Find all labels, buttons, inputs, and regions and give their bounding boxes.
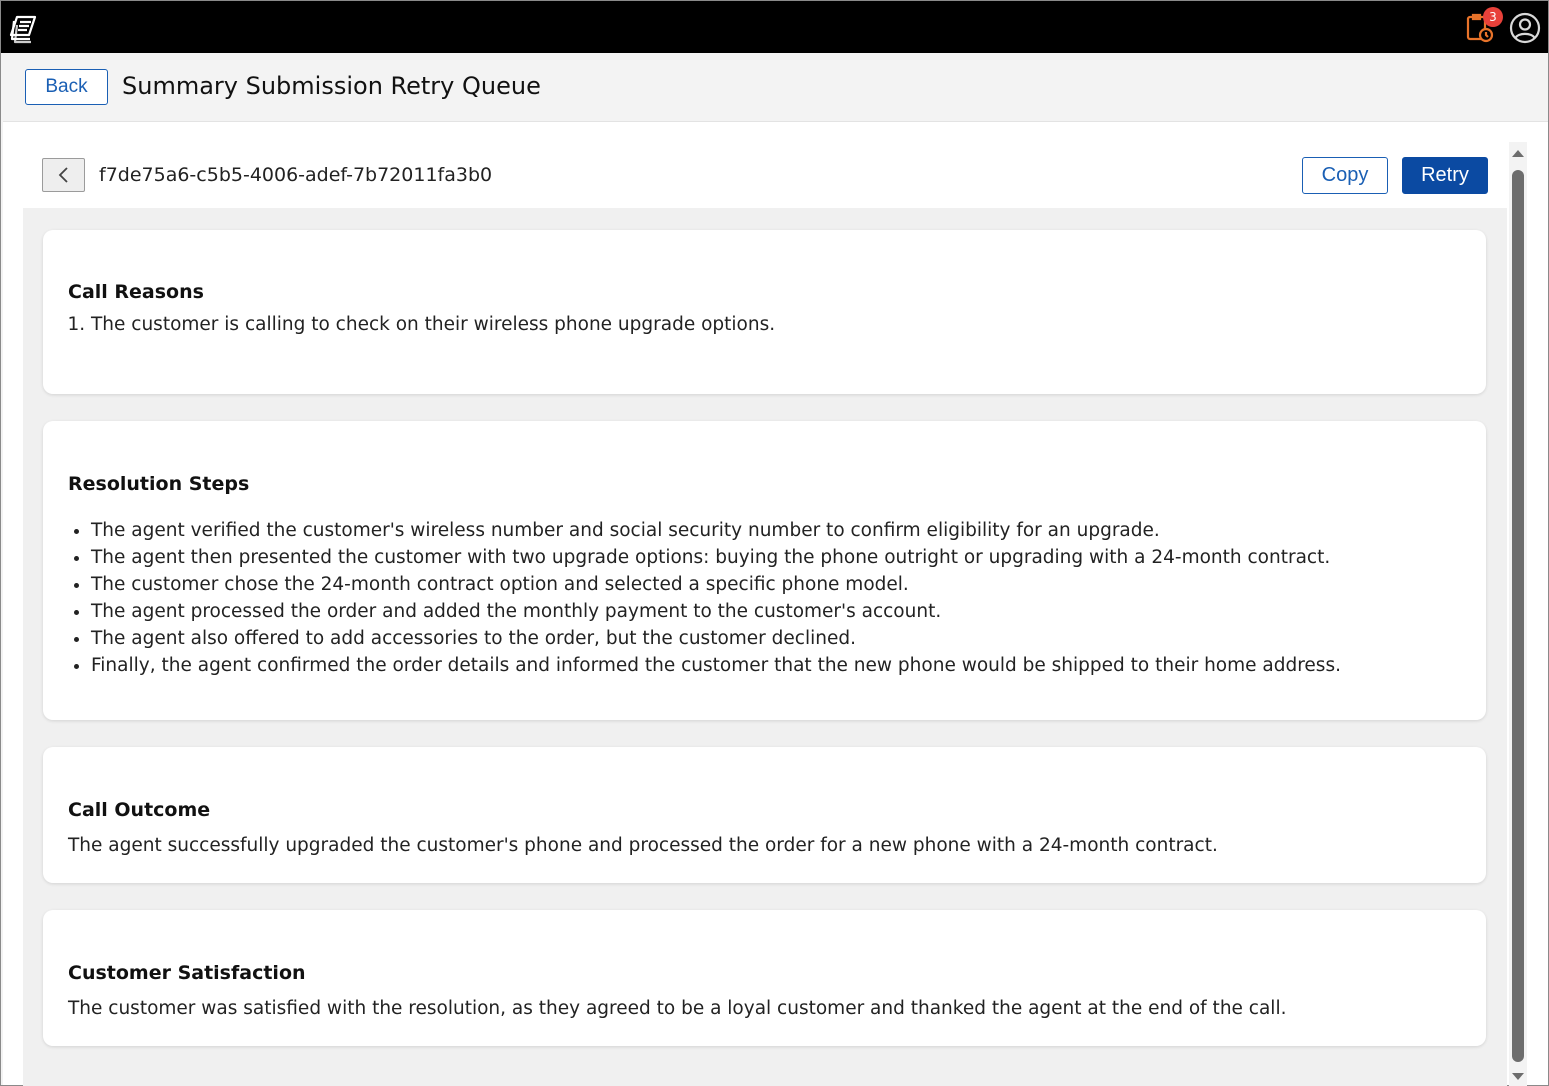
call-reasons-card: Call Reasons The customer is calling to …: [43, 230, 1486, 394]
call-outcome-card: Call Outcome The agent successfully upgr…: [43, 747, 1486, 883]
call-outcome-text: The agent successfully upgraded the cust…: [68, 835, 1218, 856]
call-outcome-title: Call Outcome: [68, 799, 211, 821]
retry-button[interactable]: Retry: [1402, 157, 1488, 194]
vertical-scrollbar[interactable]: [1509, 142, 1527, 1086]
customer-satisfaction-title: Customer Satisfaction: [68, 962, 306, 984]
app-logo-icon[interactable]: [7, 13, 39, 45]
list-item: Finally, the agent confirmed the order d…: [91, 652, 1341, 679]
previous-button[interactable]: [42, 158, 85, 192]
list-item: The agent also offered to add accessorie…: [91, 625, 1341, 652]
scroll-down-arrow-icon[interactable]: [1511, 1070, 1525, 1084]
copy-button[interactable]: Copy: [1302, 157, 1388, 194]
call-reasons-list: The customer is calling to check on thei…: [91, 311, 775, 338]
chevron-left-icon: [58, 167, 68, 183]
resolution-steps-list: The agent verified the customer's wirele…: [91, 517, 1341, 679]
list-item: The agent verified the customer's wirele…: [91, 517, 1341, 544]
back-button[interactable]: Back: [25, 69, 108, 105]
record-id: f7de75a6-c5b5-4006-adef-7b72011fa3b0: [99, 164, 493, 186]
notification-count-badge: 3: [1483, 7, 1503, 27]
customer-satisfaction-card: Customer Satisfaction The customer was s…: [43, 910, 1486, 1046]
page-header: Back Summary Submission Retry Queue: [1, 53, 1548, 121]
resolution-steps-card: Resolution Steps The agent verified the …: [43, 421, 1486, 720]
scrollbar-thumb[interactable]: [1512, 170, 1524, 1062]
record-detail-view: f7de75a6-c5b5-4006-adef-7b72011fa3b0 Cop…: [23, 142, 1507, 1086]
main-panel: f7de75a6-c5b5-4006-adef-7b72011fa3b0 Cop…: [3, 121, 1548, 1086]
list-item: The agent processed the order and added …: [91, 598, 1341, 625]
record-toolbar: f7de75a6-c5b5-4006-adef-7b72011fa3b0 Cop…: [23, 142, 1507, 208]
top-nav-bar: 3: [1, 1, 1548, 53]
list-item: The customer chose the 24-month contract…: [91, 571, 1341, 598]
page-title: Summary Submission Retry Queue: [122, 72, 541, 100]
user-circle-icon[interactable]: [1509, 12, 1541, 44]
call-reasons-title: Call Reasons: [68, 281, 204, 303]
scroll-up-arrow-icon[interactable]: [1511, 146, 1525, 160]
list-item: The customer is calling to check on thei…: [91, 311, 775, 338]
customer-satisfaction-text: The customer was satisfied with the reso…: [68, 998, 1287, 1019]
list-item: The agent then presented the customer wi…: [91, 544, 1341, 571]
resolution-steps-title: Resolution Steps: [68, 473, 250, 495]
